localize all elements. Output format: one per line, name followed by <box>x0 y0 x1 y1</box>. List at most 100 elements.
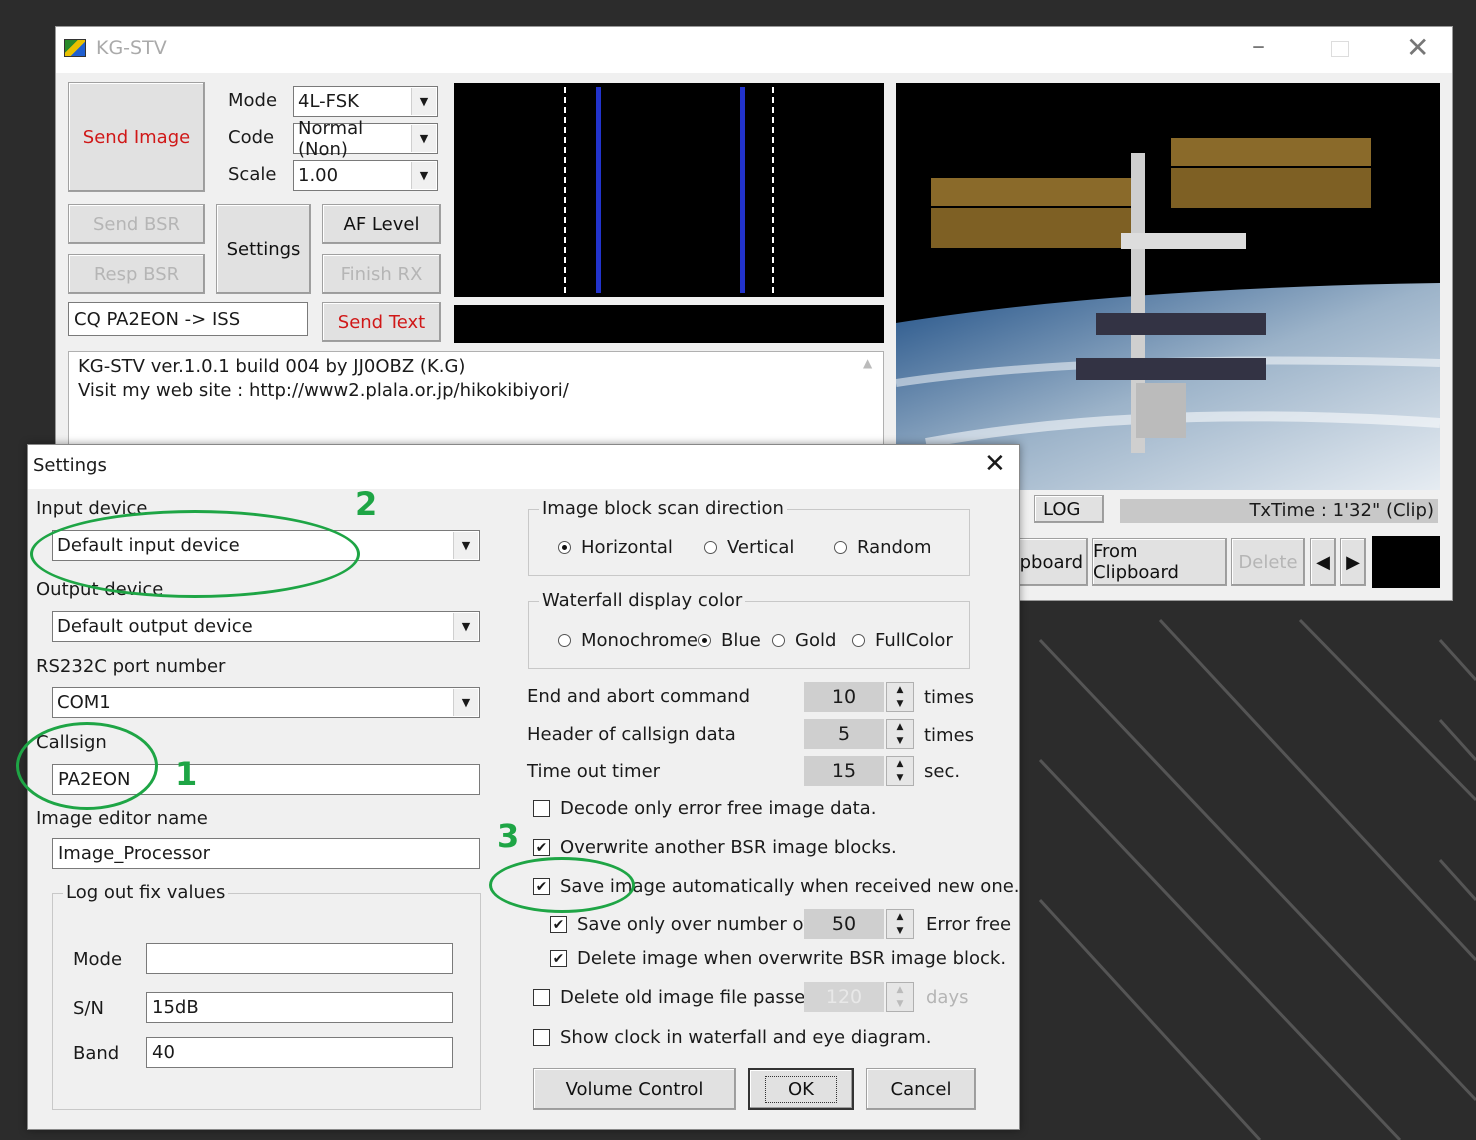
input-device-value: Default input device <box>57 535 240 556</box>
end-abort-spinner[interactable]: 10 ▲ ▼ <box>804 682 914 712</box>
scan-horizontal-label: Horizontal <box>581 537 673 558</box>
log-sn-input[interactable]: 15dB <box>146 992 453 1023</box>
spinner-arrows-icon[interactable]: ▲ ▼ <box>886 982 914 1012</box>
app-icon <box>64 39 86 57</box>
cancel-button[interactable]: Cancel <box>866 1068 976 1110</box>
eye-diagram <box>454 305 884 343</box>
close-icon[interactable]: ✕ <box>1406 31 1429 64</box>
finish-rx-button[interactable]: Finish RX <box>322 254 441 294</box>
mode-label: Mode <box>228 90 278 111</box>
spinner-arrows-icon[interactable]: ▲ ▼ <box>886 719 914 749</box>
delete-old-checkbox[interactable]: Delete old image file passed <box>533 987 817 1008</box>
input-device-select[interactable]: Default input device ▼ <box>52 530 480 561</box>
send-image-button[interactable]: Send Image <box>68 82 205 192</box>
prev-arrow-button[interactable]: ◀ <box>1310 538 1336 586</box>
txtime-bar: TxTime : 1'32" (Clip) <box>1120 499 1438 523</box>
waterfall-blue-radio[interactable]: Blue <box>698 630 761 651</box>
settings-button[interactable]: Settings <box>216 204 311 294</box>
show-clock-checkbox[interactable]: Show clock in waterfall and eye diagram. <box>533 1027 931 1048</box>
log-tab[interactable]: LOG <box>1034 495 1104 523</box>
timeout-spinner[interactable]: 15 ▲ ▼ <box>804 756 914 786</box>
rs232-value: COM1 <box>57 692 111 713</box>
cq-text-input[interactable]: CQ PA2EON -> ISS <box>68 302 308 336</box>
scroll-up-icon[interactable]: ▲ <box>863 356 872 370</box>
output-device-label: Output device <box>36 579 164 600</box>
af-level-button[interactable]: AF Level <box>322 204 441 244</box>
mode-select[interactable]: 4L-FSK ▼ <box>293 86 438 117</box>
radio-dot <box>558 634 571 647</box>
timeout-value[interactable]: 15 <box>804 756 884 786</box>
delete-old-spinner[interactable]: 120 ▲ ▼ <box>804 982 914 1012</box>
delete-overwrite-checkbox[interactable]: ✔ Delete image when overwrite BSR image b… <box>550 948 1006 969</box>
output-device-select[interactable]: Default output device ▼ <box>52 611 480 642</box>
output-device-value: Default output device <box>57 616 253 637</box>
end-abort-label: End and abort command <box>527 686 751 707</box>
end-abort-value[interactable]: 10 <box>804 682 884 712</box>
log-line-2: Visit my web site : http://www2.plala.or… <box>78 380 569 401</box>
title-bar: KG-STV – ✕ <box>56 27 1452 73</box>
txtime-text: TxTime : 1'32" (Clip) <box>1249 500 1434 521</box>
send-text-button[interactable]: Send Text <box>322 302 441 342</box>
chevron-down-icon[interactable]: ▼ <box>453 689 478 716</box>
mode-value: 4L-FSK <box>298 91 359 112</box>
save-over-checkbox[interactable]: ✔ Save only over number of <box>550 914 810 935</box>
save-over-value[interactable]: 50 <box>804 909 884 939</box>
log-mode-input[interactable] <box>146 943 453 974</box>
waterfall-signal-2 <box>740 87 745 293</box>
radio-dot <box>698 634 711 647</box>
image-editor-input[interactable]: Image_Processor <box>52 838 480 869</box>
minimize-icon[interactable]: – <box>1252 31 1265 61</box>
ok-button[interactable]: OK <box>748 1068 854 1110</box>
scan-vertical-radio[interactable]: Vertical <box>704 537 794 558</box>
window-title: KG-STV <box>96 37 167 59</box>
send-bsr-button[interactable]: Send BSR <box>68 204 205 244</box>
header-callsign-value[interactable]: 5 <box>804 719 884 749</box>
log-band-input[interactable]: 40 <box>146 1037 453 1068</box>
scale-select[interactable]: 1.00 ▼ <box>293 160 438 191</box>
spinner-arrows-icon[interactable]: ▲ ▼ <box>886 682 914 712</box>
spinner-arrows-icon[interactable]: ▲ ▼ <box>886 756 914 786</box>
chevron-down-icon[interactable]: ▼ <box>453 613 478 640</box>
chevron-down-icon[interactable]: ▼ <box>411 125 436 152</box>
code-select[interactable]: Normal (Non) ▼ <box>293 118 438 160</box>
callsign-input[interactable]: PA2EON <box>52 764 480 795</box>
volume-control-button[interactable]: Volume Control <box>533 1068 736 1110</box>
delete-button[interactable]: Delete <box>1231 538 1305 586</box>
waterfall-gold-radio[interactable]: Gold <box>772 630 836 651</box>
maximize-icon[interactable] <box>1331 41 1349 57</box>
overwrite-bsr-checkbox[interactable]: ✔ Overwrite another BSR image blocks. <box>533 837 897 858</box>
delete-old-label: Delete old image file passed <box>560 987 817 1008</box>
header-callsign-spinner[interactable]: 5 ▲ ▼ <box>804 719 914 749</box>
waterfall-gold-label: Gold <box>795 630 837 651</box>
scale-value: 1.00 <box>298 165 339 186</box>
thumbnail-preview <box>1372 536 1440 588</box>
waterfall-fullcolor-radio[interactable]: FullColor <box>852 630 953 651</box>
show-clock-label: Show clock in waterfall and eye diagram. <box>560 1027 932 1048</box>
decode-error-free-checkbox[interactable]: Decode only error free image data. <box>533 798 876 819</box>
to-clipboard-button[interactable]: ipboard <box>1015 538 1088 586</box>
checkmark-icon: ✔ <box>550 950 567 967</box>
next-arrow-button[interactable]: ▶ <box>1340 538 1366 586</box>
log-textarea[interactable]: KG-STV ver.1.0.1 build 004 by JJ0OBZ (K.… <box>68 351 884 451</box>
save-auto-checkbox[interactable]: ✔ Save image automatically when received … <box>533 876 1020 897</box>
resp-bsr-button[interactable]: Resp BSR <box>68 254 205 294</box>
chevron-down-icon[interactable]: ▼ <box>453 532 478 559</box>
waterfall-marker-left <box>564 87 566 293</box>
timeout-label: Time out timer <box>527 761 661 782</box>
annotation-number-2: 2 <box>355 485 378 523</box>
waterfall-monochrome-radio[interactable]: Monochrome <box>558 630 698 651</box>
chevron-down-icon[interactable]: ▼ <box>411 162 436 189</box>
delete-old-value[interactable]: 120 <box>804 982 884 1012</box>
dialog-close-icon[interactable]: ✕ <box>984 449 1006 479</box>
scan-horizontal-radio[interactable]: Horizontal <box>558 537 673 558</box>
chevron-down-icon[interactable]: ▼ <box>411 88 436 115</box>
scale-label: Scale <box>228 164 277 185</box>
spinner-arrows-icon[interactable]: ▲ ▼ <box>886 909 914 939</box>
input-device-label: Input device <box>36 498 148 519</box>
from-clipboard-button[interactable]: From Clipboard <box>1092 538 1227 586</box>
annotation-number-3: 3 <box>497 817 520 855</box>
rs232-select[interactable]: COM1 ▼ <box>52 687 480 718</box>
scan-random-radio[interactable]: Random <box>834 537 932 558</box>
save-over-spinner[interactable]: 50 ▲ ▼ <box>804 909 914 939</box>
rs232-label: RS232C port number <box>36 656 226 677</box>
